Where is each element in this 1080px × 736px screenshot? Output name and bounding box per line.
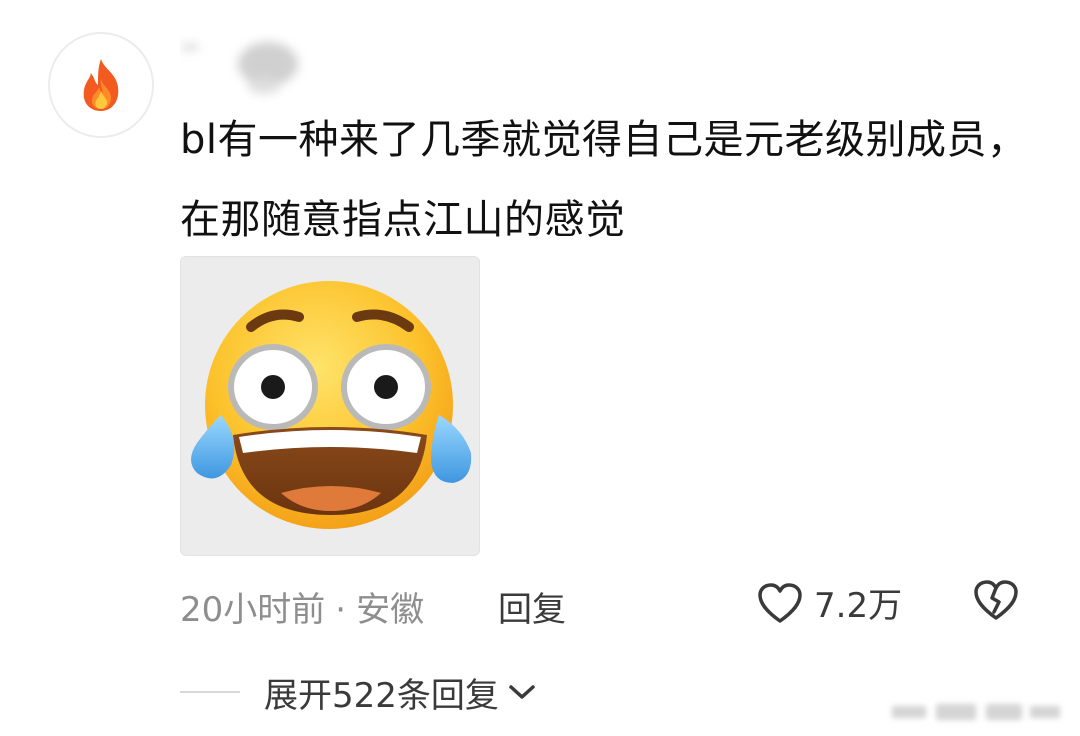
comment-text: bl有一种来了几季就觉得自己是元老级别成员，在那随意指点江山的感觉 <box>180 117 1028 243</box>
username-redacted <box>182 42 298 94</box>
chevron-down-icon <box>509 685 535 699</box>
like-count: 7.2万 <box>814 586 903 626</box>
location-text: 安徽 <box>356 590 425 630</box>
comment-timestamp: 20小时前 · 安徽 <box>180 582 424 631</box>
comment-meta-row: 20小时前 · 安徽 回复 7.2万 <box>180 574 1040 634</box>
meta-separator: · <box>335 590 347 630</box>
comment-card: bl有一种来了几季就觉得自己是元老级别成员，在那随意指点江山的感觉 20小时前 … <box>0 0 1080 736</box>
heart-outline-icon <box>758 582 802 623</box>
broken-heart-icon <box>974 580 1018 620</box>
laughing-crying-emoji-icon <box>191 281 472 529</box>
time-text: 20小时前 <box>180 590 326 630</box>
dislike-button[interactable] <box>972 578 1020 631</box>
avatar[interactable] <box>48 32 154 138</box>
fire-icon <box>83 59 119 111</box>
reply-button[interactable]: 回复 <box>498 582 566 631</box>
watermark-redacted <box>892 704 1060 720</box>
expand-replies-label: 展开522条回复 <box>264 675 499 716</box>
like-button[interactable]: 7.2万 <box>756 578 902 627</box>
expand-replies-button[interactable]: 展开522条回复 <box>264 668 537 717</box>
divider-line <box>180 691 240 693</box>
expand-replies-row: 展开522条回复 <box>180 664 537 720</box>
sticker-image[interactable] <box>180 256 480 556</box>
